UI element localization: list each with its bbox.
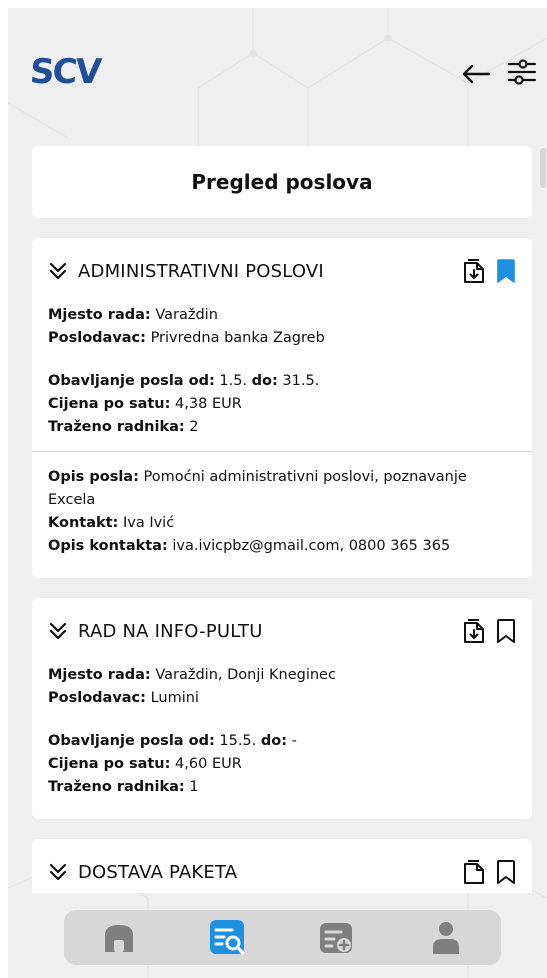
job-description: Opis posla: Pomoćni administrativni posl… [48, 469, 467, 508]
job-period: Obavljanje posla od: 1.5. do: 31.5. [48, 373, 320, 389]
home-icon [104, 924, 133, 952]
job-workers: Traženo radnika: 2 [48, 419, 199, 435]
add-job-icon [320, 922, 353, 953]
job-hourly-rate: Cijena po satu: 4,60 EUR [48, 756, 242, 772]
tab-home[interactable] [97, 916, 141, 960]
job-title: DOSTAVA PAKETA [78, 861, 238, 883]
bookmark-outline-icon[interactable] [496, 859, 516, 885]
job-contact: Kontakt: Iva Ivić [48, 515, 175, 531]
download-document-icon[interactable] [462, 859, 486, 885]
scrollbar[interactable] [540, 148, 546, 188]
job-list[interactable]: ADMINISTRATIVNI POSLOVI Mjesto rada: Var… [32, 238, 532, 893]
job-title: ADMINISTRATIVNI POSLOVI [78, 260, 324, 282]
app-logo: SCV [28, 52, 102, 92]
tab-add-job[interactable] [315, 916, 359, 960]
sliders-icon [507, 59, 537, 85]
download-document-icon[interactable] [462, 618, 486, 644]
divider [32, 451, 532, 452]
job-card[interactable]: RAD NA INFO-PULTU Mjesto rada: Varaždin,… [32, 598, 532, 819]
chevrons-down-icon[interactable] [48, 862, 68, 882]
page-title: Pregled poslova [191, 170, 373, 194]
job-location: Mjesto rada: Varaždin, Donji Kneginec [48, 667, 336, 683]
profile-icon [433, 921, 460, 954]
arrow-left-icon [462, 64, 491, 84]
job-employer: Poslodavac: Lumini [48, 690, 199, 706]
job-workers: Traženo radnika: 1 [48, 779, 199, 795]
job-period: Obavljanje posla od: 15.5. do: - [48, 733, 297, 749]
job-search-icon [209, 919, 245, 955]
chevrons-down-icon[interactable] [48, 261, 68, 281]
app-screen: SCV Pregled poslova ADMINISTRATIVNI POSL… [8, 8, 547, 978]
page-title-card: Pregled poslova [32, 146, 532, 218]
job-hourly-rate: Cijena po satu: 4,38 EUR [48, 396, 242, 412]
job-title: RAD NA INFO-PULTU [78, 620, 263, 642]
chevrons-down-icon[interactable] [48, 621, 68, 641]
bottom-tab-bar [64, 910, 501, 965]
bookmark-filled-icon[interactable] [496, 258, 516, 284]
job-location: Mjesto rada: Varaždin [48, 307, 218, 323]
tab-profile[interactable] [424, 916, 468, 960]
job-employer: Poslodavac: Privredna banka Zagreb [48, 330, 325, 346]
download-document-icon[interactable] [462, 258, 486, 284]
job-card[interactable]: ADMINISTRATIVNI POSLOVI Mjesto rada: Var… [32, 238, 532, 578]
bookmark-outline-icon[interactable] [496, 618, 516, 644]
job-card[interactable]: DOSTAVA PAKETA [32, 839, 532, 893]
job-contact-info: Opis kontakta: iva.ivicpbz@gmail.com, 08… [48, 538, 451, 554]
back-button[interactable] [460, 62, 492, 86]
filter-button[interactable] [506, 56, 538, 88]
tab-job-search[interactable] [206, 916, 250, 960]
